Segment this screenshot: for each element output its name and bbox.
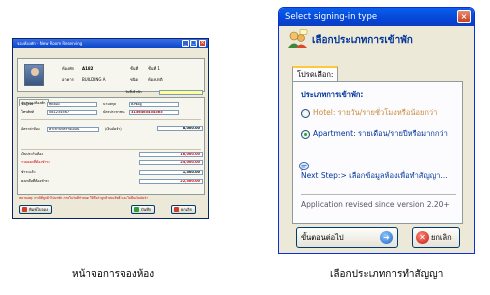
building-label: อาคาร [62,77,74,82]
hotel-radio[interactable] [301,109,310,118]
divider [301,194,456,195]
prepay-value-field[interactable]: 16,000.00 [139,152,203,157]
print-icon [22,207,27,212]
section-heading: ประเภทการเข้าพัก: [301,90,364,99]
print-reservation-button[interactable]: พิมพ์ใบจอง [19,205,53,214]
phone-field[interactable]: 081234567 [47,110,97,115]
cancel-icon [416,231,429,244]
floor-value: ชั้นที่ 1 [148,66,160,71]
checkin-date-field[interactable] [159,90,203,95]
apartment-radio[interactable] [301,130,310,139]
close-icon[interactable]: × [457,10,471,23]
tab-panel: ประเภทการเข้าพัก: Hotel: รายวัน/รายชั่วโ… [292,81,463,224]
cancel-button[interactable]: ยกเลิก [412,227,460,248]
remain-value-field: 22,500.00 [139,179,203,184]
cancel-button-label: ยกเลิก [431,233,452,242]
paid-value-field[interactable]: 1,500.00 [139,170,203,175]
cancel-button[interactable]: ยกเลิก [171,205,197,214]
dialog-title: Select signing-in type [285,12,378,22]
lastname-field[interactable]: ตั้งชื่อดู [129,102,179,107]
save-button-label: บันทึก [141,207,152,212]
cancel-button-label: ยกเลิก [181,207,193,212]
lastname-label: นามสกุล [103,102,117,106]
tab-select[interactable]: โปรดเลือก: [292,66,339,82]
type-label: ชนิด [130,77,139,82]
room-reserving-window: จองห้องพัก - New Room Reserving _ □ × Ge… [12,38,209,219]
rent-value-field[interactable]: 8,000.00 [157,126,203,131]
window-title: จองห้องพัก - New Room Reserving [17,41,83,46]
arrow-right-icon [380,231,393,244]
next-button-label: ขั้นตอนต่อไป [301,233,344,242]
right-caption: เลือกประเภทการทำสัญญา [330,269,444,280]
header-title: เลือกประเภทการเข้าพัก [312,35,413,46]
next-step-text: Next Step:> เลือกข้อมูลห้องเพื่อทำสัญญา.… [301,171,448,180]
checkin-label: วันที่เข้าพัก [125,90,142,94]
apartment-option-label[interactable]: Apartment: รายเดือน/รายปีหรือมากกว่า [313,129,448,139]
room-no-value: A182 [82,66,94,71]
phone-label: โทรศัพท์ [21,110,34,114]
left-caption: หน้าจอการจองห้อง [72,269,155,280]
building-value: BUILDING A [82,77,106,82]
remain-label: คงเหลือที่ต้องชำระ [21,179,50,183]
maximize-icon[interactable]: □ [190,40,197,47]
total-value-field: 24,000.00 [139,160,203,165]
warning-note: หมายเหตุ: กรณีที่ลูกค้าไม่มาพัก ภายในวัน… [19,196,148,200]
type-value: ห้องปกติ [148,77,163,82]
dialog-titlebar: Select signing-in type × [279,8,474,26]
deposit-label: (เงินมัดจำ) [105,127,122,131]
rent-label: อัตราค่าห้อง [21,127,40,131]
cancel-icon [174,207,179,212]
idcard-field[interactable]: 3156465454565 [129,110,179,115]
room-no-label: ห้องพัก [62,66,75,71]
paid-label: ชำระแล้ว [21,170,36,174]
prepay-label: เงินประกันห้อง [21,152,43,156]
idcard-label: บัตรประชาชน [103,110,125,114]
firstname-field[interactable]: ทดลอง [47,102,97,107]
firstname-label: ชื่อผู้จอง [21,102,34,106]
floor-label: ชั้นที่ [130,66,139,71]
close-icon[interactable]: × [199,40,206,47]
revision-note: Application revised since version 2.20+ [301,200,450,209]
signing-in-type-dialog: Select signing-in type × เลือกประเภทการเ… [278,7,475,254]
page: จองห้องพัก - New Room Reserving _ □ × Ge… [0,0,490,295]
check-icon [134,207,139,212]
window-titlebar: จองห้องพัก - New Room Reserving _ □ × [13,39,208,48]
divider [21,149,201,150]
users-icon [288,29,308,48]
print-button-label: พิมพ์ใบจอง [29,207,49,212]
chat-bubble-icon [299,162,309,171]
room-info-panel: ห้องพัก A182 ชั้นที่ ชั้นที่ 1 อาคาร BUI… [17,58,205,92]
divider [21,119,201,120]
next-step-button[interactable]: ขั้นตอนต่อไป [296,227,398,248]
room-image [24,64,44,86]
hotel-option-label[interactable]: Hotel: รายวัน/รายชั่วโมงหรือน้อยกว่า [313,108,437,118]
save-button[interactable]: บันทึก [131,205,156,214]
minimize-icon[interactable]: _ [182,40,189,47]
rent-type-select[interactable]: ค่าเช่าปกติรายเดือน [47,127,99,132]
total-label: รวมยอดที่ต้องชำระ [21,160,51,164]
